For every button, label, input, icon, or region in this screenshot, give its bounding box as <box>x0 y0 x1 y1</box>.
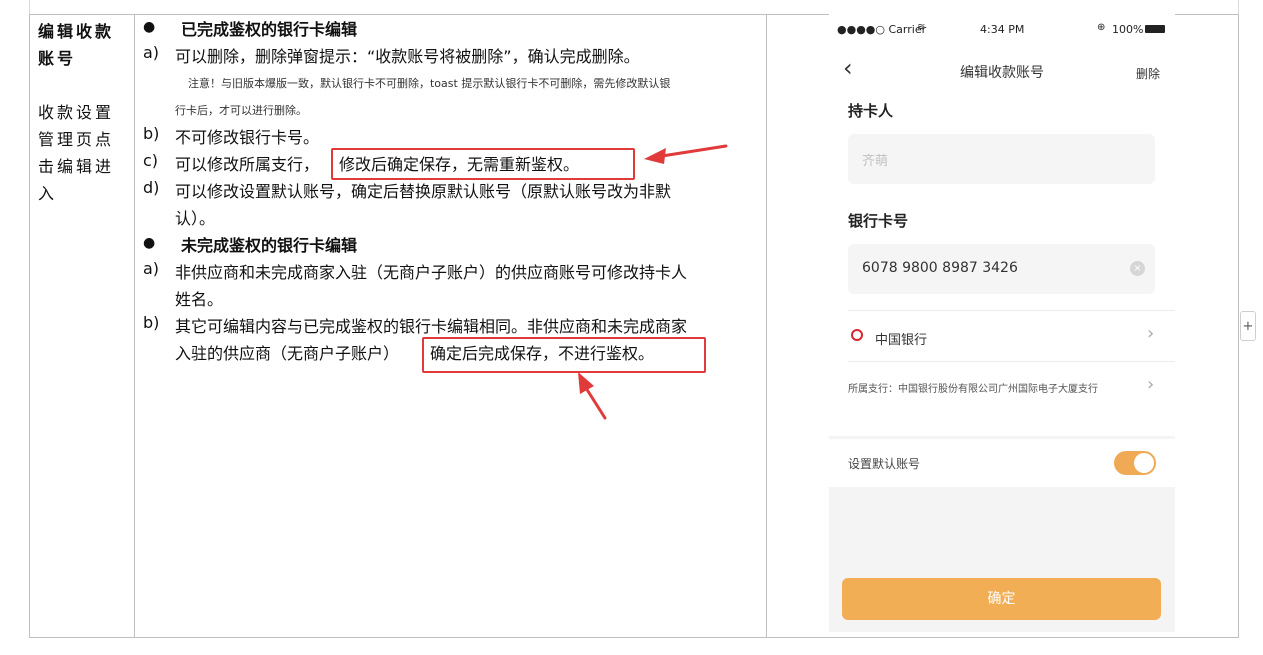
nav-title: 编辑收款账号 <box>960 65 1044 81</box>
bullet-dot: ● <box>143 235 156 251</box>
note-text: 注意！与旧版本爆版一致，默认银行卡不可删除，toast 提示默认银行卡不可删除，… <box>188 77 671 90</box>
section-heading: 未完成鉴权的银行卡编辑 <box>181 236 358 255</box>
chevron-right-icon: › <box>1147 374 1155 395</box>
card-number-input[interactable]: 6078 9800 8987 3426 × <box>848 244 1155 294</box>
column-divider-2 <box>766 14 767 638</box>
list-marker: a) <box>143 43 160 62</box>
phone-mockup: ●●●●○ Carrier ≋ 4:34 PM ⊕ 100% ‹ 编辑收款账号 … <box>829 14 1175 632</box>
feature-desc-line: 入 <box>38 184 58 203</box>
feature-desc-line: 收款设置 <box>38 103 115 122</box>
holder-input[interactable]: 齐萌 <box>848 134 1155 184</box>
bank-name: 中国银行 <box>875 333 928 348</box>
list-item-text: 其它可编辑内容与已完成鉴权的银行卡编辑相同。非供应商和未完成商家 <box>175 317 688 336</box>
feature-title-line: 编辑收款 <box>38 22 115 41</box>
list-marker: d) <box>143 178 160 197</box>
battery-percent: 100% <box>1112 23 1144 36</box>
default-account-toggle[interactable] <box>1114 451 1156 475</box>
list-marker: b) <box>143 313 160 332</box>
confirm-button[interactable]: 确定 <box>842 578 1161 620</box>
list-marker: c) <box>143 151 159 170</box>
list-item-text: 非供应商和未完成商家入驻（无商户子账户）的供应商账号可修改持卡人 <box>175 263 688 282</box>
feature-name-cell: 编辑收款 账号 收款设置 管理页点 击编辑进 入 <box>38 18 130 207</box>
list-marker: a) <box>143 259 160 278</box>
annotation-box <box>422 337 706 373</box>
annotation-box <box>331 148 635 180</box>
status-time: 4:34 PM <box>980 23 1025 36</box>
list-item-text: 不可修改银行卡号。 <box>175 128 320 147</box>
carrier-label: ●●●●○ Carrier <box>837 23 927 36</box>
list-item-text: 入驻的供应商（无商户子账户） <box>175 344 400 363</box>
bank-logo-icon <box>851 329 863 341</box>
battery-icon <box>1145 25 1165 33</box>
status-bar: ●●●●○ Carrier ≋ 4:34 PM ⊕ 100% <box>829 14 1175 46</box>
toggle-knob <box>1134 453 1154 473</box>
clear-icon[interactable]: × <box>1130 261 1145 276</box>
wifi-icon: ≋ <box>917 22 926 33</box>
section-heading: 已完成鉴权的银行卡编辑 <box>181 20 358 39</box>
list-item-text: 可以修改设置默认账号，确定后替换原默认账号（原默认账号改为非默 <box>175 182 672 201</box>
feature-desc-line: 管理页点 <box>38 130 115 149</box>
feature-desc-line: 击编辑进 <box>38 157 115 176</box>
branch-row[interactable]: 所属支行：中国银行股份有限公司广州国际电子大厦支行 › <box>829 362 1175 412</box>
list-item-text: 认）。 <box>175 209 216 228</box>
feature-title-line: 账号 <box>38 49 77 68</box>
chevron-right-icon: › <box>1147 323 1155 344</box>
alarm-icon: ⊕ <box>1097 22 1106 33</box>
note-text: 行卡后，才可以进行删除。 <box>175 104 307 117</box>
branch-text: 所属支行：中国银行股份有限公司广州国际电子大厦支行 <box>848 384 1098 395</box>
bank-row[interactable]: 中国银行 › <box>829 311 1175 361</box>
annotation-arrow-icon <box>644 144 728 164</box>
annotation-arrow-icon <box>578 372 607 420</box>
card-number-value: 6078 9800 8987 3426 <box>862 260 1018 276</box>
list-item-text: 可以修改所属支行， <box>175 155 320 174</box>
column-divider-1 <box>134 14 135 638</box>
page-corner-left <box>29 0 30 14</box>
card-number-label: 银行卡号 <box>848 212 909 230</box>
default-account-label: 设置默认账号 <box>848 457 921 471</box>
page-corner-right <box>1238 0 1239 14</box>
holder-placeholder: 齐萌 <box>862 154 889 169</box>
list-item-text: 可以删除，删除弹窗提示：“收款账号将被删除”，确认完成删除。 <box>175 47 640 66</box>
nav-bar: ‹ 编辑收款账号 删除 <box>829 46 1175 96</box>
bullet-dot: ● <box>143 19 156 35</box>
list-item-text: 姓名。 <box>175 290 224 309</box>
list-marker: b) <box>143 124 160 143</box>
delete-button[interactable]: 删除 <box>1136 65 1160 82</box>
add-column-button[interactable]: + <box>1240 311 1256 341</box>
holder-label: 持卡人 <box>848 102 894 120</box>
